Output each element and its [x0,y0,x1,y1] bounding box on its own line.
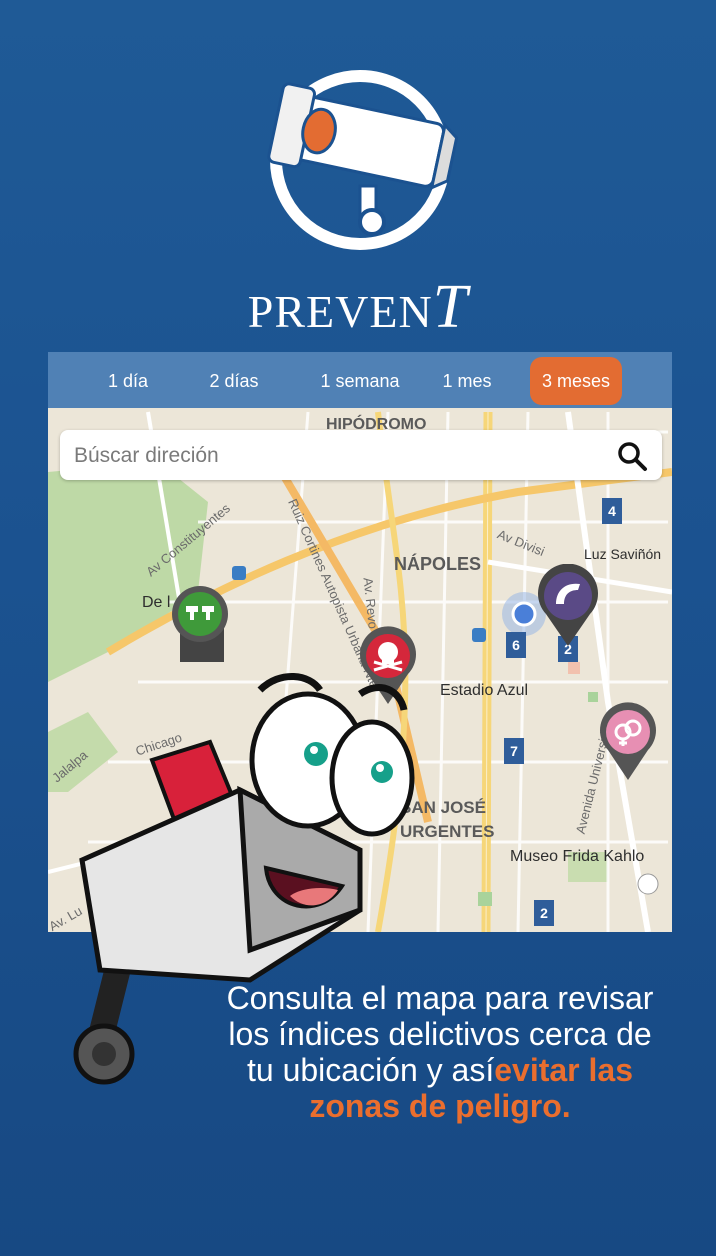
tab-3-meses[interactable]: 3 meses [530,357,622,405]
cluster-badge[interactable]: 6 [506,632,526,658]
brand-title: PREVENT [0,272,716,343]
extortion-pin[interactable] [536,564,600,648]
poi-estadio-azul[interactable]: Estadio Azul [440,682,528,700]
map-label-napoles: NÁPOLES [394,554,482,574]
poi-de-l: De l [142,594,171,611]
caption-line-1: Consulta el mapa para revisar [226,980,654,1016]
cluster-badge[interactable]: 2 [534,900,554,926]
tab-2-dias[interactable]: 2 días [196,357,272,405]
tab-1-semana[interactable]: 1 semana [308,357,412,405]
caption-highlight-a: evitar las [494,1052,633,1088]
caption: Consulta el mapa para revisar los índice… [190,980,690,1124]
cluster-badge[interactable]: 4 [602,498,622,524]
brand-name-main: PREVEN [247,286,433,337]
brand-name-last: T [432,273,469,341]
search-input[interactable] [72,430,596,482]
caption-line-3: tu ubicación y así [246,1052,495,1088]
search-bar [60,430,662,482]
map-label-hipodromo: HIPÓDROMO [326,416,427,433]
poi-luz-savinon: Luz Saviñón [584,546,662,562]
poi-museo-frida-kahlo[interactable]: Museo Frida Kahlo [510,848,644,866]
search-icon[interactable] [616,440,648,472]
caption-highlight-b: zonas de peligro. [309,1088,571,1124]
caption-line-2: los índices delictivos cerca de [228,1016,652,1052]
tab-1-mes[interactable]: 1 mes [432,357,502,405]
tab-1-dia[interactable]: 1 día [96,357,160,405]
cluster-badge[interactable]: 7 [504,738,524,764]
time-range-tabbar: 1 día 2 días 1 semana 1 mes 3 meses [48,352,672,408]
sexual-crime-pin[interactable] [598,702,658,782]
